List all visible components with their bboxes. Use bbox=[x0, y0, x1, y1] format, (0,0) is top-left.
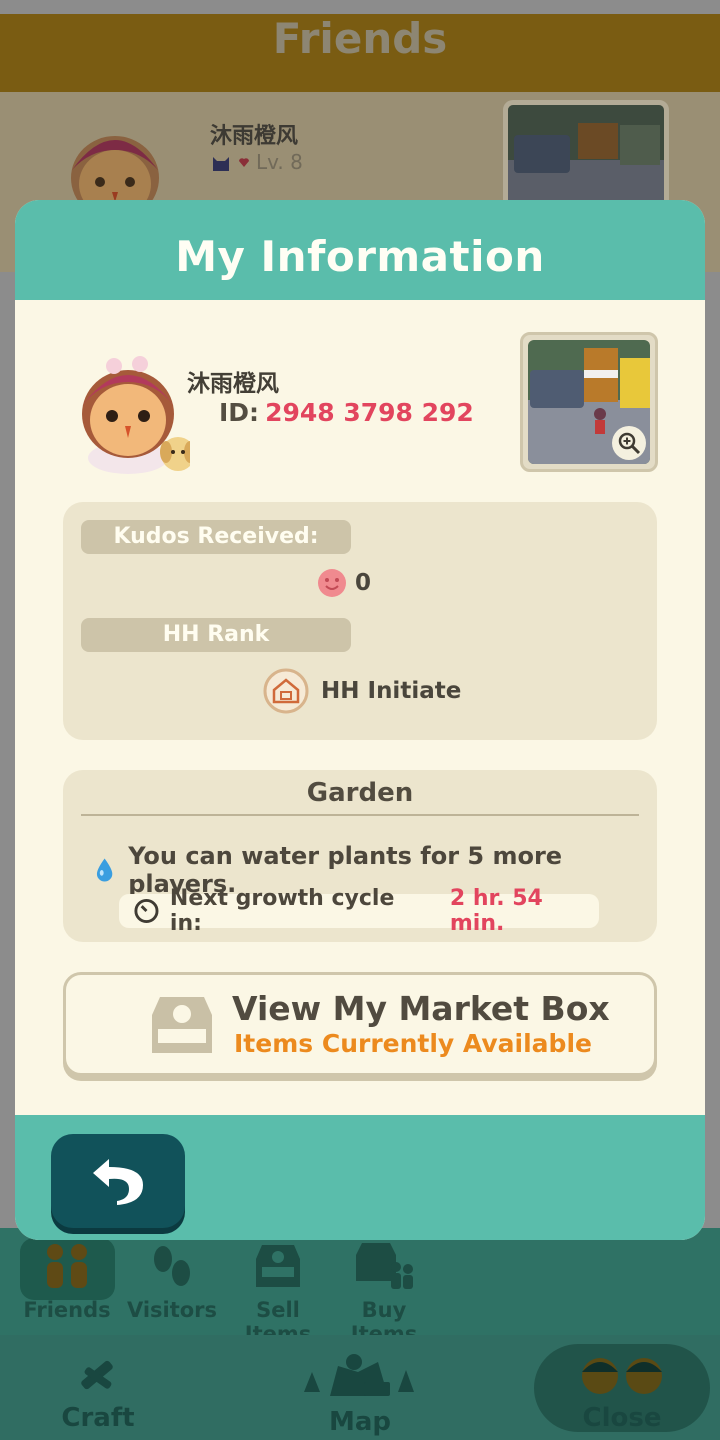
zoom-icon[interactable] bbox=[612, 426, 646, 460]
tab-friends-label: Friends bbox=[23, 1298, 111, 1322]
stats-panel: Kudos Received: 0 HH Rank HH Initiate bbox=[63, 502, 657, 740]
garden-title: Garden bbox=[306, 778, 414, 808]
rank-label: HH Rank bbox=[81, 618, 351, 652]
smile-icon bbox=[318, 569, 346, 597]
water-drop-icon bbox=[96, 858, 113, 882]
player-name: 沐雨橙风 bbox=[187, 371, 279, 397]
rank-value: HH Initiate bbox=[321, 678, 462, 704]
hh-rank: HH Initiate bbox=[263, 668, 461, 714]
nav-craft-label: Craft bbox=[61, 1403, 135, 1433]
friend-level: Lv. 8 bbox=[210, 150, 303, 174]
tab-sell-items[interactable]: Sell Items bbox=[228, 1234, 328, 1346]
back-button[interactable] bbox=[51, 1134, 185, 1228]
growth-label: Next growth cycle in: bbox=[169, 886, 395, 936]
buy-box-icon bbox=[356, 1243, 413, 1289]
nav-craft[interactable]: Craft bbox=[60, 1352, 136, 1433]
market-box-icon bbox=[152, 997, 212, 1053]
friend-level-text: Lv. 8 bbox=[256, 150, 303, 174]
nav-map-label: Map bbox=[328, 1407, 392, 1437]
sell-box-icon bbox=[256, 1245, 300, 1287]
friend-name: 沐雨橙风 bbox=[210, 124, 299, 149]
friends-icon bbox=[47, 1244, 87, 1288]
kudos-label: Kudos Received: bbox=[81, 520, 351, 554]
craft-icon bbox=[81, 1360, 113, 1390]
villagers-icon bbox=[582, 1358, 662, 1394]
kudos-count: 0 bbox=[317, 568, 371, 598]
player-id-value: 2948 3798 292 bbox=[265, 398, 474, 427]
player-avatar bbox=[82, 356, 190, 474]
market-box-title: View My Market Box bbox=[232, 989, 610, 1028]
growth-value: 2 hr. 54 min. bbox=[449, 886, 543, 936]
friend-campsite-thumbnail[interactable] bbox=[503, 100, 669, 210]
modal-title: My Information bbox=[175, 232, 545, 281]
tab-buy-items[interactable]: Buy Items bbox=[334, 1234, 434, 1346]
nav-map[interactable]: Map bbox=[298, 1352, 422, 1437]
growth-cycle: Next growth cycle in: 2 hr. 54 min. bbox=[119, 886, 599, 936]
footprints-icon bbox=[154, 1246, 190, 1286]
player-id-label: ID: bbox=[219, 398, 260, 427]
nav-close[interactable]: Close bbox=[566, 1352, 678, 1433]
my-information-modal: My Information 沐雨橙风 ID: 2948 3798 292 Ku… bbox=[15, 200, 705, 1240]
timer-icon bbox=[134, 898, 159, 924]
nav-close-label: Close bbox=[582, 1403, 662, 1433]
player-id: ID: 2948 3798 292 bbox=[219, 398, 474, 427]
market-box-subtitle: Items Currently Available bbox=[234, 1029, 592, 1058]
garden-panel: Garden You can water plants for 5 more p… bbox=[63, 770, 657, 942]
tab-visitors[interactable]: Visitors bbox=[122, 1234, 222, 1334]
house-badge-icon bbox=[263, 668, 309, 714]
tab-visitors-label: Visitors bbox=[126, 1298, 218, 1322]
garden-divider bbox=[81, 814, 639, 816]
campsite-thumbnail[interactable] bbox=[520, 332, 658, 472]
friends-header-title: Friends bbox=[272, 14, 448, 63]
cat-icon bbox=[213, 157, 229, 171]
back-arrow-icon bbox=[93, 1159, 143, 1205]
view-market-box-button[interactable]: View My Market Box Items Currently Avail… bbox=[63, 972, 657, 1076]
map-icon bbox=[304, 1354, 414, 1396]
kudos-value: 0 bbox=[355, 570, 372, 596]
heart-icon bbox=[239, 158, 249, 167]
tab-friends[interactable]: Friends bbox=[17, 1234, 117, 1334]
